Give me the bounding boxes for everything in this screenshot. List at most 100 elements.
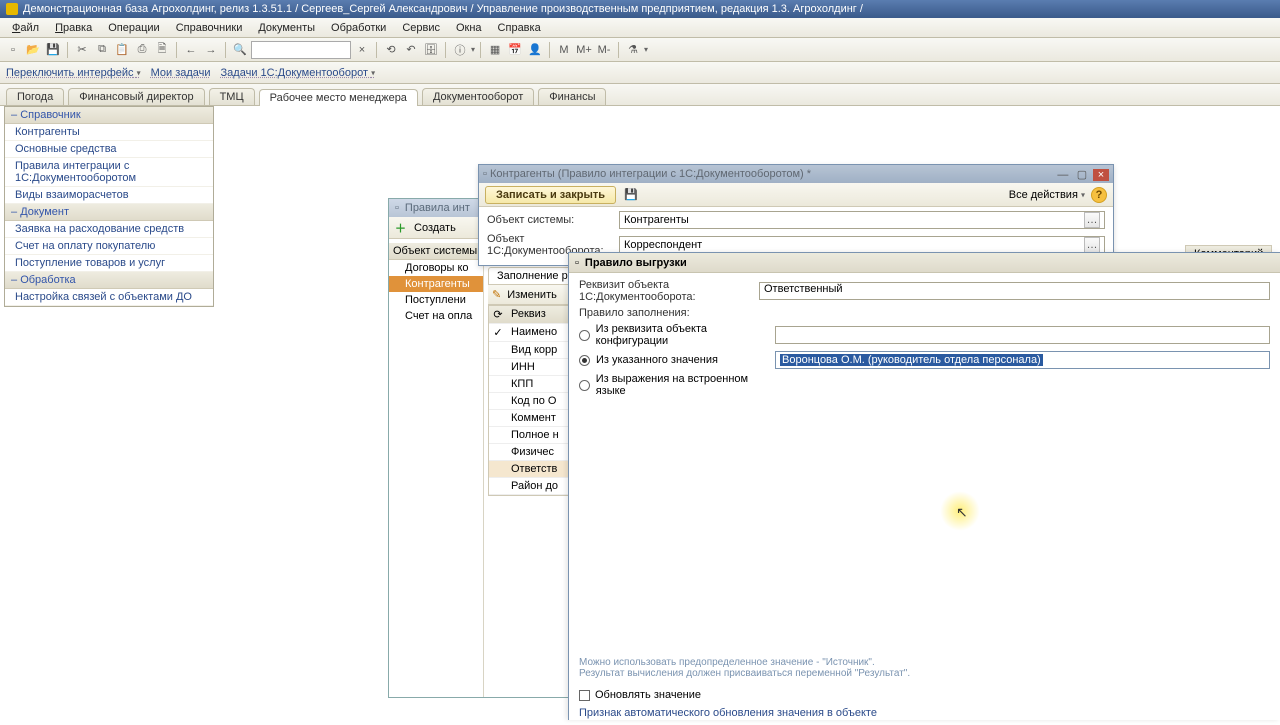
menu-ops[interactable]: Операции — [100, 22, 167, 34]
opt3-label: Из выражения на встроенном языке — [596, 373, 775, 397]
window-title: Демонстрационная база Агрохолдинг, релиз… — [23, 1, 863, 18]
menu-service[interactable]: Сервис — [394, 22, 448, 34]
pencil-icon[interactable]: ✎ — [492, 288, 501, 301]
grid-icon[interactable]: ▦ — [486, 41, 504, 59]
menu-docs[interactable]: Документы — [250, 22, 323, 34]
menubar[interactable]: Файл Правка Операции Справочники Докумен… — [0, 18, 1280, 38]
m-plus-icon[interactable]: M+ — [575, 41, 593, 59]
menu-proc[interactable]: Обработки — [323, 22, 394, 34]
calendar-icon[interactable]: 📅 — [506, 41, 524, 59]
tab-finance[interactable]: Финансы — [538, 88, 606, 105]
open-icon[interactable]: 📂 — [24, 41, 42, 59]
top-win-title: Правило выгрузки — [585, 257, 687, 269]
main-toolbar: ▫ 📂 💾 ✂ ⧉ 📋 ⎙ 🗎 ← → 🔍 × ⟲ ↶ 🗄 ⓘ ▾ ▦ 📅 👤 … — [0, 38, 1280, 62]
menu-help[interactable]: Справка — [490, 22, 549, 34]
flask-icon[interactable]: ⚗ — [624, 41, 642, 59]
sidebar-item-contragents[interactable]: Контрагенты — [5, 124, 213, 141]
tree-item[interactable]: Поступлени — [389, 292, 483, 308]
minimize-icon[interactable]: — — [1055, 169, 1071, 181]
radio-from-value[interactable] — [579, 355, 590, 366]
object-tree: Объект системы Договоры ко Контрагенты П… — [389, 239, 484, 697]
update-checkbox[interactable] — [579, 690, 590, 701]
opt2-input[interactable]: Воронцова О.М. (руководитель отдела перс… — [775, 351, 1270, 369]
mid-win-icon: ▫ — [483, 168, 487, 180]
search-input[interactable] — [251, 41, 351, 59]
radio-from-config[interactable] — [579, 330, 590, 341]
sidebar-item-expense-request[interactable]: Заявка на расходование средств — [5, 221, 213, 238]
do-tasks-link[interactable]: Задачи 1С:Документооборот ▾ — [221, 67, 376, 79]
opt1-label: Из реквизита объекта конфигурации — [596, 323, 775, 347]
save-icon[interactable]: 💾 — [44, 41, 62, 59]
sidebar-item-goods-receipt[interactable]: Поступление товаров и услуг — [5, 255, 213, 272]
sidebar-group-proc[interactable]: Обработка — [5, 272, 213, 289]
bg-win-title: Правила инт — [405, 202, 470, 214]
info-icon[interactable]: ⓘ — [451, 41, 469, 59]
tree-header: Объект системы — [389, 243, 483, 260]
edit-button[interactable]: Изменить — [507, 289, 557, 301]
preview-icon[interactable]: 🗎 — [153, 41, 171, 59]
top-win-icon: ▫ — [575, 257, 579, 269]
sidebar-item-do-links-setup[interactable]: Настройка связей с объектами ДО — [5, 289, 213, 306]
all-actions-button[interactable]: Все действия ▾ — [1009, 189, 1085, 201]
refresh-icon[interactable]: ⟳ — [489, 306, 507, 323]
calc-icon[interactable]: 🗄 — [422, 41, 440, 59]
save-close-button[interactable]: Записать и закрыть — [485, 186, 616, 204]
requisite-input[interactable]: Ответственный — [759, 282, 1270, 300]
opt1-input[interactable] — [775, 326, 1270, 344]
save-icon[interactable]: 💾 — [622, 186, 640, 204]
help-icon[interactable]: ? — [1091, 187, 1107, 203]
copy-icon[interactable]: ⧉ — [93, 41, 111, 59]
tab-weather[interactable]: Погода — [6, 88, 64, 105]
new-icon[interactable]: ▫ — [4, 41, 22, 59]
menu-windows[interactable]: Окна — [448, 22, 490, 34]
picker-icon[interactable]: … — [1084, 237, 1100, 253]
print-icon[interactable]: ⎙ — [133, 41, 151, 59]
user-icon[interactable]: 👤 — [526, 41, 544, 59]
update-label: Обновлять значение — [595, 689, 701, 701]
forward-icon[interactable]: → — [202, 41, 220, 59]
picker-icon[interactable]: … — [1084, 212, 1100, 228]
hist-icon[interactable]: ↶ — [402, 41, 420, 59]
search-icon[interactable]: 🔍 — [231, 41, 249, 59]
rule-edit-window: ▫ Контрагенты (Правило интеграции с 1С:Д… — [478, 164, 1114, 266]
workspace: Справочник Контрагенты Основные средства… — [0, 106, 1280, 720]
tab-docflow[interactable]: Документооборот — [422, 88, 534, 105]
switch-ui-link[interactable]: Переключить интерфейс ▾ — [6, 67, 141, 79]
maximize-icon[interactable]: ▢ — [1074, 168, 1090, 181]
sidebar-group-refs[interactable]: Справочник — [5, 107, 213, 124]
close-icon[interactable]: × — [1093, 169, 1109, 181]
sidebar-item-invoice[interactable]: Счет на оплату покупателю — [5, 238, 213, 255]
radio-from-expression[interactable] — [579, 380, 590, 391]
menu-refs[interactable]: Справочники — [168, 22, 251, 34]
mid-win-title: Контрагенты (Правило интеграции с 1С:Док… — [490, 168, 811, 180]
tab-manager-workspace[interactable]: Рабочее место менеджера — [259, 89, 418, 106]
sidebar-item-settlement-types[interactable]: Виды взаиморасчетов — [5, 187, 213, 204]
system-object-input[interactable]: Контрагенты… — [619, 211, 1105, 229]
tree-item[interactable]: Договоры ко — [389, 260, 483, 276]
tab-tmc[interactable]: ТМЦ — [209, 88, 255, 105]
link-bar: Переключить интерфейс ▾ Мои задачи Задач… — [0, 62, 1280, 84]
window-titlebar: Демонстрационная база Агрохолдинг, релиз… — [0, 0, 1280, 18]
sidebar-item-integration-rules[interactable]: Правила интеграции с 1С:Документооборото… — [5, 158, 213, 187]
app-icon — [6, 3, 18, 15]
tab-findir[interactable]: Финансовый директор — [68, 88, 204, 105]
plus-icon[interactable]: ＋ — [395, 220, 406, 236]
create-button[interactable]: Создать — [414, 222, 456, 234]
paste-icon[interactable]: 📋 — [113, 41, 131, 59]
tree-item[interactable]: Счет на опла — [389, 308, 483, 324]
tree-item[interactable]: Контрагенты — [389, 276, 483, 292]
clear-icon[interactable]: × — [353, 41, 371, 59]
system-object-label: Объект системы: — [487, 214, 619, 226]
refresh-icon[interactable]: ⟲ — [382, 41, 400, 59]
m-minus-icon[interactable]: M- — [595, 41, 613, 59]
menu-edit[interactable]: Правка — [47, 22, 100, 34]
cut-icon[interactable]: ✂ — [73, 41, 91, 59]
sidebar-item-fixed-assets[interactable]: Основные средства — [5, 141, 213, 158]
my-tasks-link[interactable]: Мои задачи — [151, 67, 211, 79]
back-icon[interactable]: ← — [182, 41, 200, 59]
sidebar-group-docs[interactable]: Документ — [5, 204, 213, 221]
main-tabs: Погода Финансовый директор ТМЦ Рабочее м… — [0, 84, 1280, 106]
requisite-label: Реквизит объекта 1С:Документооборота: — [579, 279, 759, 303]
menu-file[interactable]: Файл — [4, 22, 47, 34]
m-icon[interactable]: M — [555, 41, 573, 59]
